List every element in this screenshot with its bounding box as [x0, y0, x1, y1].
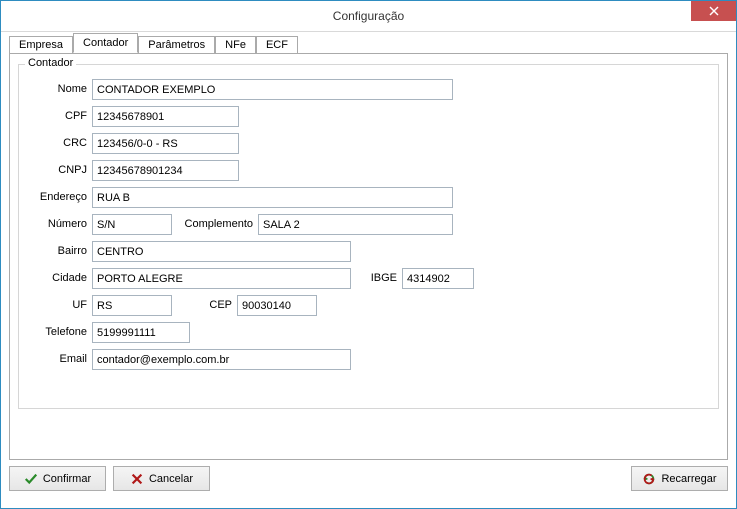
label-cpf: CPF — [27, 110, 87, 122]
cancelar-button[interactable]: Cancelar — [113, 466, 210, 491]
reload-icon — [642, 472, 656, 486]
tabstrip: Empresa Contador Parâmetros NFe ECF — [9, 32, 728, 53]
client-area: Empresa Contador Parâmetros NFe ECF Cont… — [9, 32, 728, 500]
recarregar-label: Recarregar — [661, 473, 716, 485]
tab-parametros[interactable]: Parâmetros — [138, 36, 215, 54]
input-numero[interactable] — [92, 214, 172, 235]
check-icon — [24, 472, 38, 486]
input-ibge[interactable] — [402, 268, 474, 289]
config-window: Configuração Empresa Contador Parâmetros… — [0, 0, 737, 509]
input-bairro[interactable] — [92, 241, 351, 262]
label-telefone: Telefone — [27, 326, 87, 338]
label-ibge: IBGE — [362, 272, 397, 284]
input-email[interactable] — [92, 349, 351, 370]
label-cidade: Cidade — [27, 272, 87, 284]
label-crc: CRC — [27, 137, 87, 149]
button-bar: Confirmar Cancelar Recarregar — [9, 466, 728, 500]
cancel-icon — [130, 472, 144, 486]
recarregar-button[interactable]: Recarregar — [631, 466, 728, 491]
input-cidade[interactable] — [92, 268, 351, 289]
input-complemento[interactable] — [258, 214, 453, 235]
window-title: Configuração — [333, 9, 404, 23]
groupbox-contador: Contador Nome CPF CRC CNPJ Endereço — [18, 64, 719, 409]
label-bairro: Bairro — [27, 245, 87, 257]
confirmar-label: Confirmar — [43, 473, 91, 485]
label-cep: CEP — [202, 299, 232, 311]
label-numero: Número — [27, 218, 87, 230]
titlebar: Configuração — [1, 1, 736, 32]
form-area: Nome CPF CRC CNPJ Endereço Número — [27, 79, 710, 400]
label-endereco: Endereço — [27, 191, 87, 203]
input-cnpj[interactable] — [92, 160, 239, 181]
cancelar-label: Cancelar — [149, 473, 193, 485]
tab-nfe[interactable]: NFe — [215, 36, 256, 54]
label-email: Email — [27, 353, 87, 365]
confirmar-button[interactable]: Confirmar — [9, 466, 106, 491]
input-uf[interactable] — [92, 295, 172, 316]
tab-ecf[interactable]: ECF — [256, 36, 298, 54]
input-telefone[interactable] — [92, 322, 190, 343]
input-crc[interactable] — [92, 133, 239, 154]
close-icon — [709, 6, 719, 16]
label-complemento: Complemento — [175, 218, 253, 230]
label-nome: Nome — [27, 83, 87, 95]
groupbox-title: Contador — [25, 57, 76, 69]
label-uf: UF — [27, 299, 87, 311]
label-cnpj: CNPJ — [27, 164, 87, 176]
tab-empresa[interactable]: Empresa — [9, 36, 73, 54]
tab-contador[interactable]: Contador — [73, 33, 138, 53]
close-button[interactable] — [691, 1, 736, 21]
tabpage-contador: Contador Nome CPF CRC CNPJ Endereço — [9, 53, 728, 460]
input-nome[interactable] — [92, 79, 453, 100]
input-cpf[interactable] — [92, 106, 239, 127]
input-cep[interactable] — [237, 295, 317, 316]
input-endereco[interactable] — [92, 187, 453, 208]
